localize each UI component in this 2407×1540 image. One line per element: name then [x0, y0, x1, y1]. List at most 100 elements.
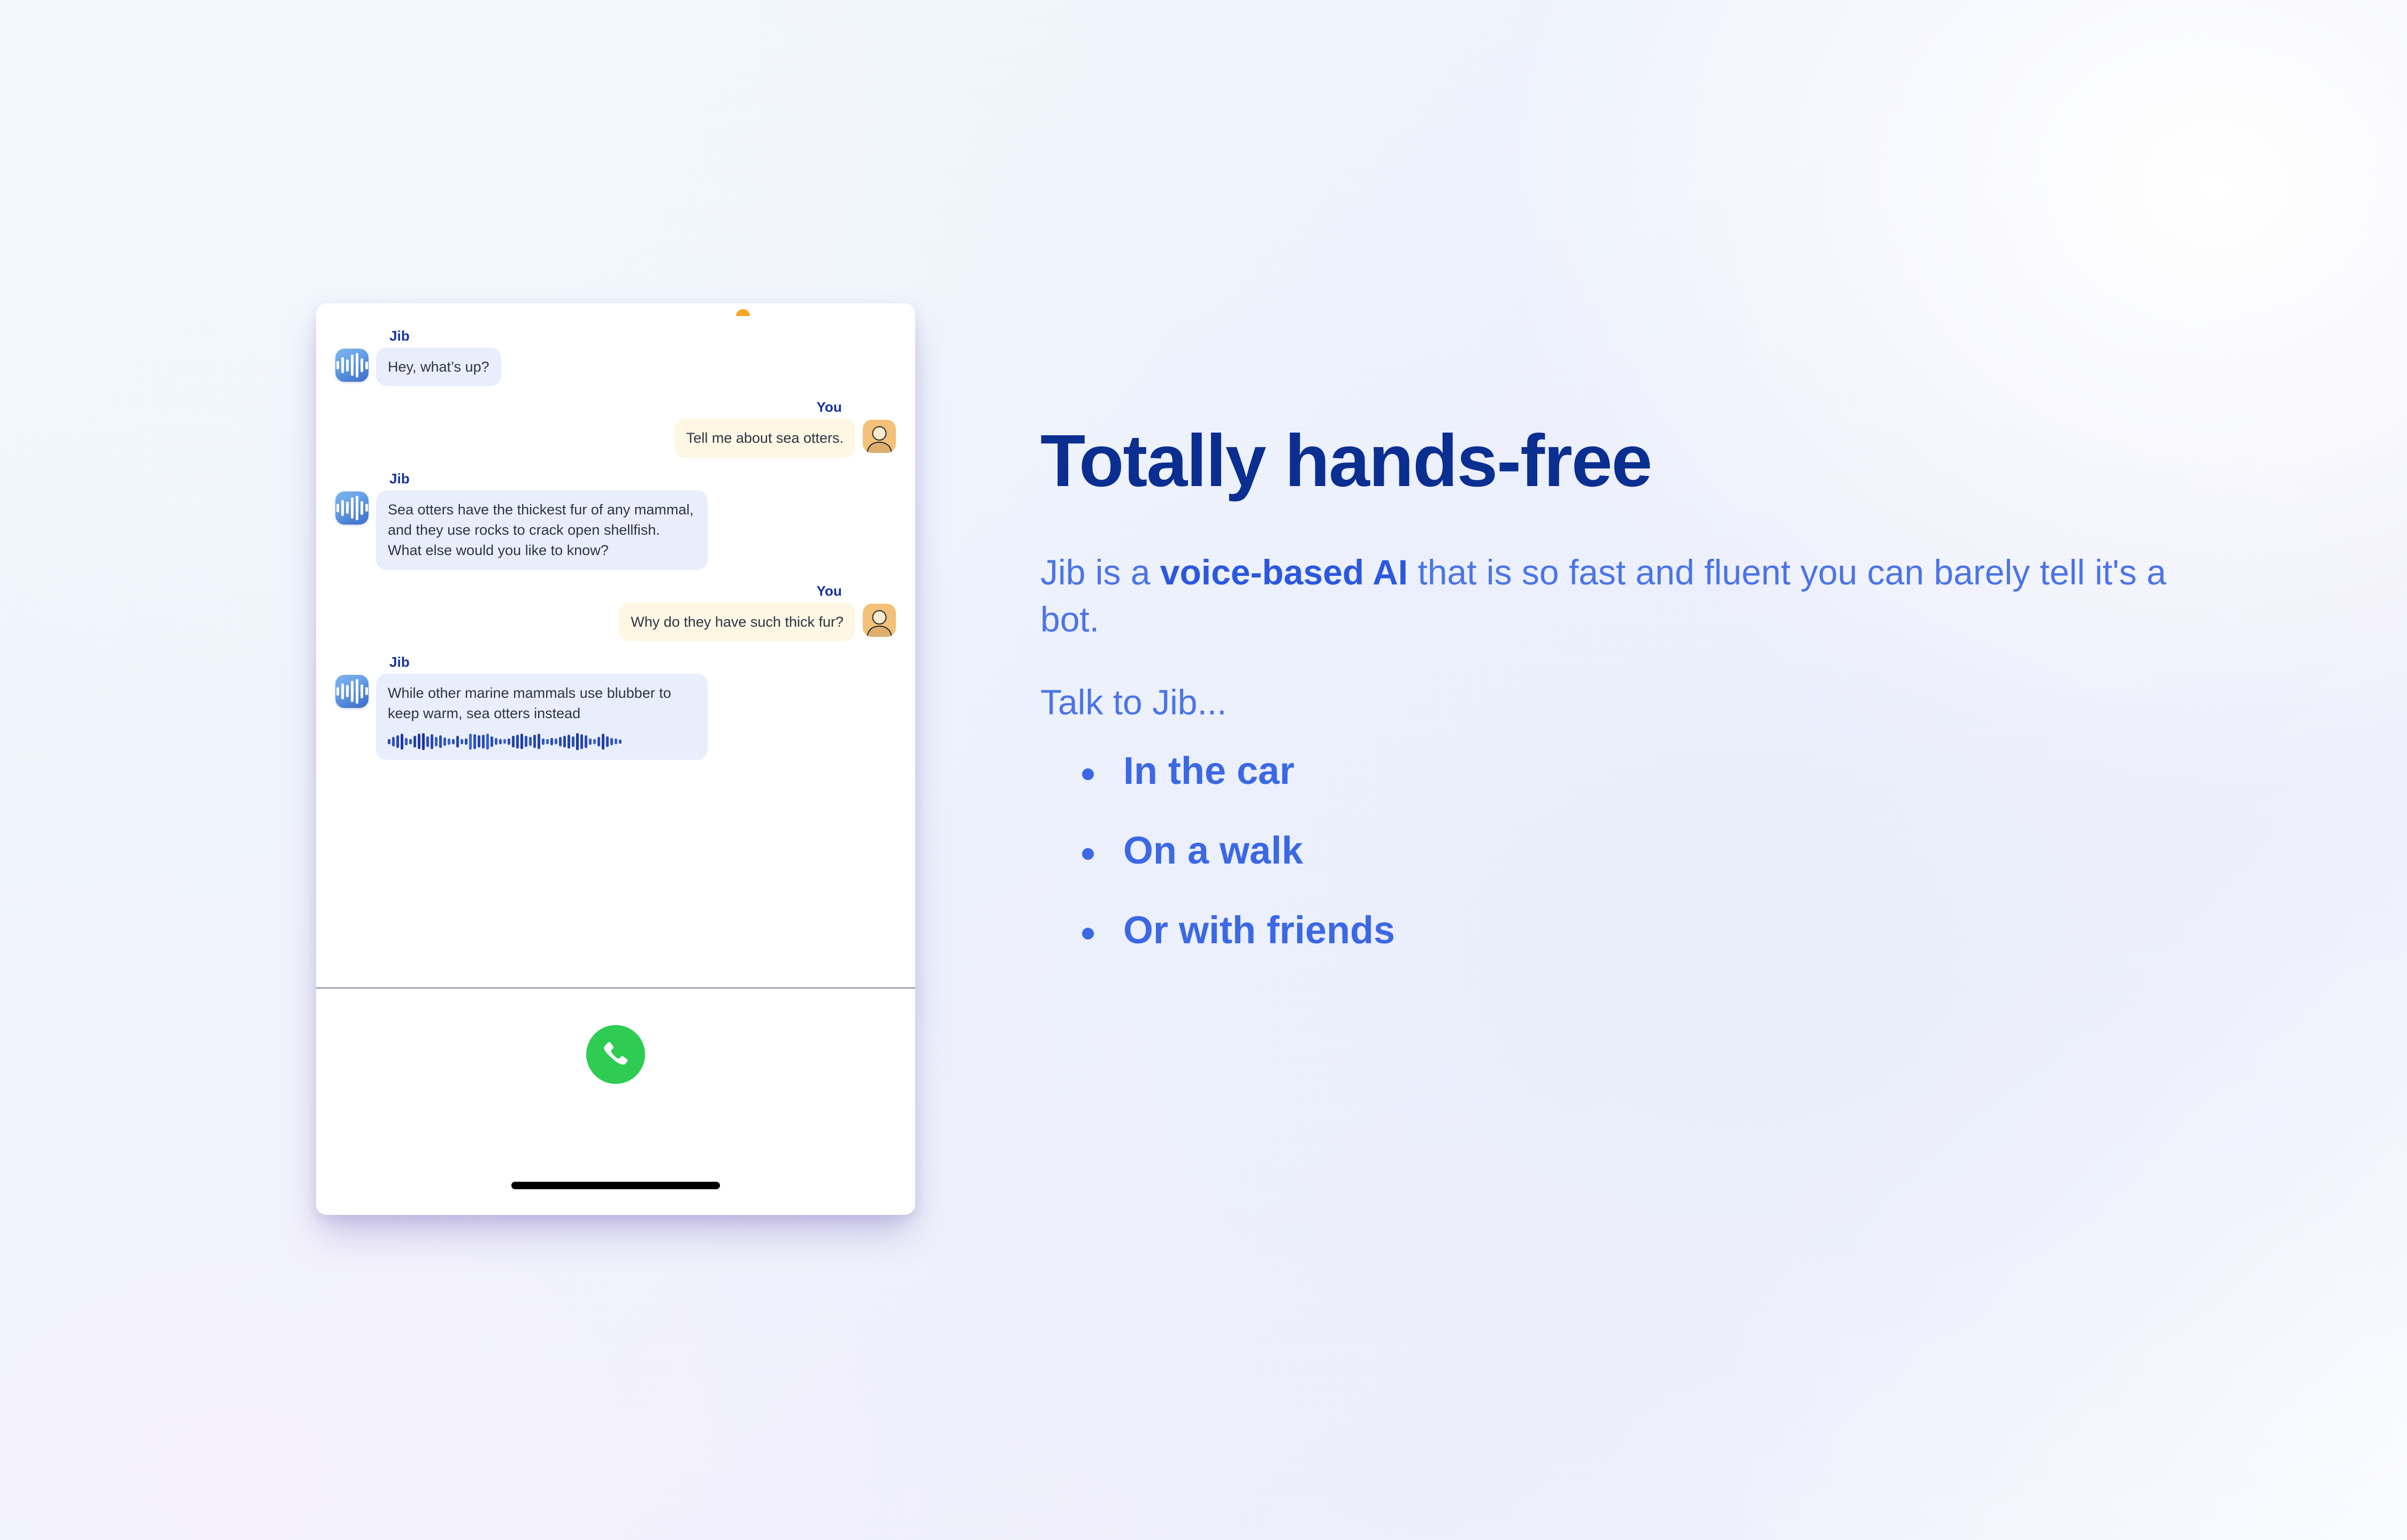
waveform-bar: [576, 733, 579, 750]
call-button[interactable]: [586, 1025, 645, 1084]
message-row: Why do they have such thick fur?: [335, 602, 896, 641]
waveform-bar: [392, 736, 395, 746]
lead-text-emphasis: voice-based AI: [1160, 552, 1408, 592]
person-icon: [867, 426, 892, 453]
waveform-bar: [542, 738, 545, 745]
waveform-bar: [426, 736, 429, 747]
waveform-bar: [396, 735, 399, 748]
waveform-bar: [443, 737, 446, 746]
message-text: Sea otters have the thickest fur of any …: [388, 501, 694, 559]
waveform-bar: [580, 734, 583, 749]
waveform-bar: [418, 734, 420, 750]
waveform-bar: [525, 736, 527, 748]
jib-waveform-avatar-icon: [335, 491, 369, 525]
use-case-item: Or with friends: [1040, 910, 2287, 952]
waveform-bar: [533, 735, 536, 749]
waveform-bar: [606, 736, 609, 747]
waveform-bar: [610, 737, 613, 745]
waveform-bar: [602, 733, 604, 750]
waveform-bar: [452, 738, 455, 744]
waveform-bar: [563, 735, 566, 748]
message-row: Tell me about sea otters.: [335, 419, 896, 458]
waveform-bar: [495, 738, 497, 745]
waveform-bar: [615, 738, 617, 745]
message-speaker-label: You: [816, 399, 842, 415]
waveform-bar: [431, 734, 433, 749]
waveform-bar: [568, 734, 570, 749]
waveform-bar: [405, 737, 408, 745]
message-text: Why do they have such thick fur?: [631, 613, 844, 630]
use-case-item: In the car: [1040, 750, 2287, 792]
message-group: You Why do they have such thick fur?: [335, 584, 896, 641]
message-bubble[interactable]: Tell me about sea otters.: [674, 419, 855, 458]
use-case-list: In the car On a walk Or with friends: [1040, 750, 2287, 952]
waveform-bar: [435, 736, 438, 746]
waveform-bar: [401, 733, 403, 750]
message-group: Jib Sea otters have the thickest fur of a…: [335, 472, 896, 570]
waveform-bar: [490, 736, 493, 747]
user-avatar: [863, 420, 896, 453]
waveform-bar: [448, 738, 450, 745]
waveform-bar: [512, 735, 515, 748]
waveform-bar: [465, 738, 467, 745]
message-speaker-label: Jib: [389, 470, 410, 487]
waveform-bar: [546, 738, 549, 744]
lead-text-before: Jib is a: [1040, 552, 1160, 592]
waveform-bar: [503, 739, 506, 744]
waveform-bar: [499, 738, 502, 744]
message-bubble[interactable]: Why do they have such thick fur?: [619, 602, 855, 641]
message-bubble[interactable]: Sea otters have the thickest fur of any …: [376, 490, 708, 570]
phone-handset-icon: [604, 1042, 628, 1065]
message-text: While other marine mammals use blubber t…: [388, 684, 671, 722]
message-row: Sea otters have the thickest fur of any …: [335, 490, 896, 570]
waveform-bar: [585, 735, 587, 748]
phone-footer-bar: [316, 987, 915, 1215]
marketing-copy-panel: Totally hands-free Jib is a voice-based …: [1040, 422, 2287, 989]
message-text: Hey, what’s up?: [388, 359, 489, 375]
message-group: Jib While other marine mammals use blubbe…: [335, 655, 896, 760]
jib-waveform-avatar-icon: [335, 349, 369, 382]
waveform-bar: [478, 735, 480, 748]
waveform-bar: [559, 736, 562, 746]
talk-to-jib-label: Talk to Jib...: [1040, 682, 1227, 722]
chat-message-list[interactable]: Jib Hey, what’s up? You Tell me about sea o…: [316, 303, 915, 989]
waveform-bar: [439, 735, 442, 748]
person-icon: [867, 610, 892, 637]
message-row: Hey, what’s up?: [335, 348, 896, 387]
page-title: Totally hands-free: [1040, 420, 1652, 502]
waveform-bar: [508, 738, 510, 745]
waveform-bar: [593, 738, 596, 744]
waveform-bar: [516, 734, 519, 749]
use-case-label: In the car: [1123, 749, 1295, 792]
phone-mockup: Jib Hey, what’s up? You Tell me about sea o…: [316, 303, 915, 1215]
jib-waveform-avatar-icon: [335, 674, 369, 708]
message-row: While other marine mammals use blubber t…: [335, 673, 896, 760]
audio-waveform[interactable]: [388, 733, 696, 751]
message-group: You Tell me about sea otters.: [335, 399, 896, 458]
waveform-bar: [456, 735, 459, 748]
waveform-bar: [486, 733, 489, 750]
waveform-bar: [413, 735, 416, 748]
message-bubble[interactable]: While other marine mammals use blubber t…: [376, 673, 708, 760]
user-avatar: [863, 603, 896, 637]
waveform-bar: [422, 733, 425, 750]
waveform-bar: [388, 738, 390, 744]
waveform-bar: [520, 734, 523, 750]
waveform-bar: [529, 737, 532, 746]
message-bubble[interactable]: Hey, what’s up?: [376, 348, 501, 387]
lead-paragraph: Jib is a voice-based AI that is so fast …: [1040, 549, 2196, 643]
waveform-bar: [589, 738, 592, 745]
message-speaker-label: You: [816, 582, 842, 599]
message-text: Tell me about sea otters.: [686, 430, 844, 446]
waveform-bar: [473, 734, 476, 749]
use-case-label: On a walk: [1123, 829, 1304, 873]
use-case-label: Or with friends: [1123, 909, 1396, 952]
waveform-bar: [550, 737, 553, 745]
message-speaker-label: Jib: [389, 328, 410, 344]
waveform-bar: [572, 736, 574, 747]
waveform-bar: [555, 738, 557, 745]
message-group: Jib Hey, what’s up?: [335, 328, 896, 387]
use-case-item: On a walk: [1040, 830, 2287, 872]
waveform-bar: [482, 734, 485, 749]
waveform-bar: [538, 734, 540, 750]
